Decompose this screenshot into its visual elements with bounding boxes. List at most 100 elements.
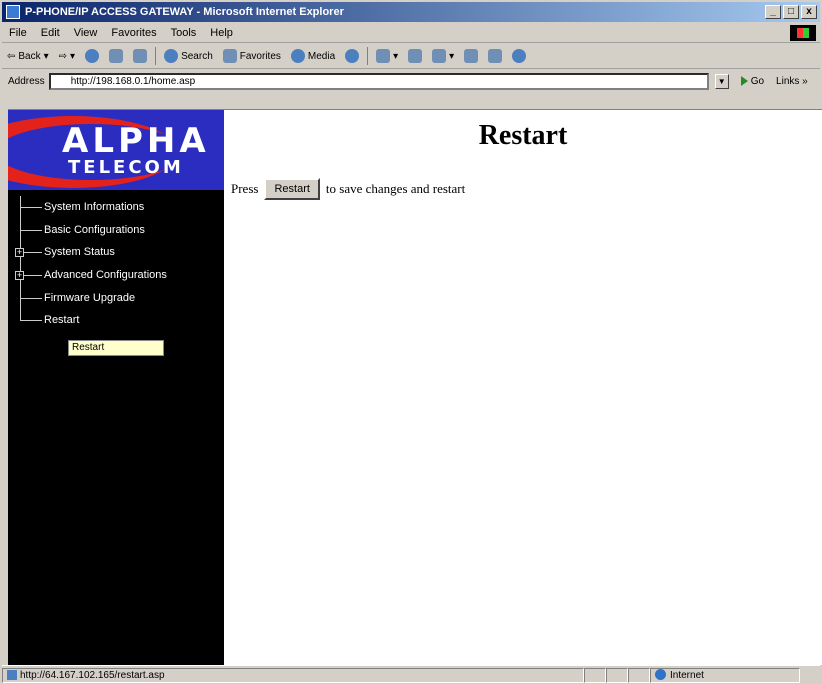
menu-file[interactable]: File <box>2 27 34 39</box>
nav-item-label: System Status <box>44 246 115 259</box>
stop-button[interactable] <box>80 49 104 63</box>
menu-edit[interactable]: Edit <box>34 27 67 39</box>
print-icon <box>408 49 423 63</box>
nav-item-system-status[interactable]: + System Status <box>8 241 224 264</box>
refresh-button[interactable] <box>104 49 128 63</box>
minimize-button[interactable]: _ <box>765 5 781 19</box>
nav-item-firmware-upgrade[interactable]: Firmware Upgrade <box>8 286 224 309</box>
edit-icon <box>432 49 447 63</box>
ie-icon <box>6 5 20 19</box>
edit-button[interactable]: ▾ <box>427 49 459 63</box>
nav-item-label: Restart <box>44 314 80 327</box>
forward-arrow-icon: ⇨ <box>58 50 68 62</box>
nav-tree: System Informations Basic Configurations… <box>8 196 224 332</box>
restart-button[interactable]: Restart <box>264 178 320 200</box>
page-icon <box>7 669 17 680</box>
chevron-down-icon: ▾ <box>393 50 399 62</box>
media-label: Media <box>307 50 336 62</box>
status-zone: Internet <box>670 669 704 681</box>
go-button[interactable]: Go <box>740 75 765 87</box>
alpha-telecom-logo: ALPHA TELECOM <box>8 110 224 190</box>
mail-button[interactable]: ▾ <box>371 49 403 63</box>
page-viewport: ALPHA TELECOM System Informations Basic … <box>8 109 822 665</box>
toolbar-divider <box>155 47 157 65</box>
nav-item-label: Basic Configurations <box>44 223 145 236</box>
tree-branch <box>20 229 42 231</box>
tree-line <box>20 308 21 321</box>
chevron-down-icon: ▾ <box>449 50 455 62</box>
tree-branch <box>20 297 42 299</box>
messenger-button[interactable] <box>507 49 531 63</box>
favorites-label: Favorites <box>239 50 281 62</box>
nav-item-label: System Informations <box>44 201 145 214</box>
forward-button[interactable]: ⇨ ▾ <box>54 51 80 62</box>
menu-help[interactable]: Help <box>203 27 240 39</box>
press-suffix: to save changes and restart <box>325 181 466 196</box>
logo-line-1: ALPHA <box>62 121 210 161</box>
menu-view[interactable]: View <box>67 27 105 39</box>
nav-tooltip: Restart <box>68 340 164 356</box>
menu-tools[interactable]: Tools <box>164 27 204 39</box>
nav-item-restart[interactable]: Restart <box>8 308 224 332</box>
favorites-icon <box>222 49 237 63</box>
nav-item-system-informations[interactable]: System Informations <box>8 196 224 219</box>
status-zone-cell: Internet <box>650 667 800 683</box>
status-panel <box>606 667 628 683</box>
history-button[interactable] <box>340 49 364 63</box>
maximize-button[interactable]: □ <box>783 5 799 19</box>
print-button[interactable] <box>403 49 427 63</box>
favorites-button[interactable]: Favorites <box>218 49 286 63</box>
address-bar: Address http://198.168.0.1/home.asp ▼ Go… <box>2 70 820 92</box>
status-bar: http://64.167.102.165/restart.asp Intern… <box>2 665 820 684</box>
toolbar: ⇦ Back ▾ ⇨ ▾ Search Favorites Media ▾ ▾ <box>2 44 820 69</box>
messenger-icon <box>512 49 527 63</box>
go-label: Go <box>750 75 765 87</box>
expand-icon[interactable]: + <box>15 247 24 257</box>
back-label: Back <box>18 50 41 62</box>
search-button[interactable]: Search <box>159 49 218 63</box>
close-button[interactable]: x <box>801 5 817 19</box>
address-label: Address <box>8 75 45 87</box>
status-panel <box>584 667 606 683</box>
chevron-down-icon: ▾ <box>43 50 49 62</box>
window-title: P-PHONE/IP ACCESS GATEWAY - Microsoft In… <box>25 6 344 18</box>
restart-instruction: Press Restart to save changes and restar… <box>231 178 465 200</box>
logo-line-2: TELECOM <box>68 157 184 178</box>
page-title: Restart <box>478 120 568 151</box>
discuss-button[interactable] <box>459 49 483 63</box>
browser-window: P-PHONE/IP ACCESS GATEWAY - Microsoft In… <box>0 0 822 683</box>
back-arrow-icon: ⇦ <box>7 50 16 62</box>
nav-item-label: Advanced Configurations <box>44 269 167 282</box>
nav-item-advanced-configurations[interactable]: + Advanced Configurations <box>8 263 224 287</box>
press-prefix: Press <box>231 181 259 196</box>
research-button[interactable] <box>483 49 507 63</box>
menu-favorites[interactable]: Favorites <box>104 27 163 39</box>
address-dropdown-button[interactable]: ▼ <box>714 73 729 89</box>
main-content: Restart Press Restart to save changes an… <box>224 110 822 665</box>
back-button[interactable]: ⇦ Back ▾ <box>2 51 54 62</box>
status-url: http://64.167.102.165/restart.asp <box>20 669 165 681</box>
title-bar: P-PHONE/IP ACCESS GATEWAY - Microsoft In… <box>2 2 820 22</box>
tree-branch <box>20 207 42 209</box>
address-input[interactable]: http://198.168.0.1/home.asp <box>48 72 709 90</box>
media-button[interactable]: Media <box>286 49 340 63</box>
expand-icon[interactable]: + <box>15 270 24 280</box>
chevron-down-icon: ▼ <box>717 76 726 86</box>
nav-item-label: Firmware Upgrade <box>44 291 136 304</box>
status-url-cell: http://64.167.102.165/restart.asp <box>2 667 584 683</box>
windows-logo-icon <box>790 25 816 41</box>
chevron-down-icon: ▾ <box>70 50 76 62</box>
home-icon <box>133 49 148 63</box>
discuss-icon <box>464 49 479 63</box>
media-icon <box>290 49 305 63</box>
globe-icon <box>655 669 666 681</box>
nav-item-basic-configurations[interactable]: Basic Configurations <box>8 218 224 242</box>
history-icon <box>345 49 360 63</box>
window-controls: _ □ x <box>765 5 817 19</box>
status-panel <box>628 667 650 683</box>
nav-sidebar: ALPHA TELECOM System Informations Basic … <box>8 110 224 665</box>
menu-bar: File Edit View Favorites Tools Help <box>2 24 820 43</box>
home-button[interactable] <box>128 49 152 63</box>
mail-icon <box>376 49 391 63</box>
links-button[interactable]: Links » <box>776 76 808 87</box>
